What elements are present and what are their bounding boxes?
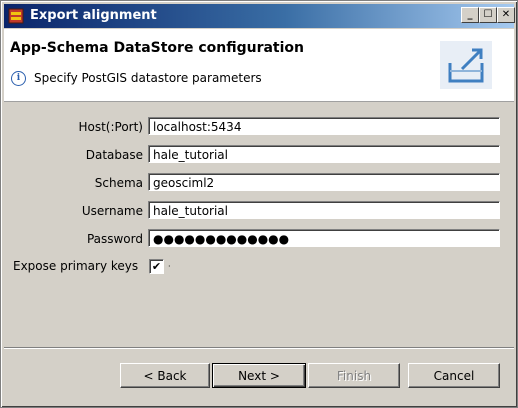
- schema-label: Schema: [94, 176, 143, 190]
- expose-primary-keys-checkbox[interactable]: ✔: [149, 259, 164, 274]
- finish-button[interactable]: Finish: [308, 363, 400, 388]
- export-alignment-dialog: Export alignment _ ☐ ✕ App-Schema DataSt…: [0, 0, 518, 408]
- schema-input[interactable]: geosciml2: [148, 173, 500, 191]
- page-description: Specify PostGIS datastore parameters: [34, 71, 262, 85]
- database-input[interactable]: hale_tutorial: [148, 145, 500, 163]
- checkbox-extra-mark: ·: [168, 262, 171, 271]
- cancel-button[interactable]: Cancel: [408, 363, 500, 388]
- info-icon: i: [11, 71, 26, 86]
- username-input[interactable]: hale_tutorial: [148, 201, 500, 219]
- button-separator: [4, 347, 514, 349]
- maximize-button[interactable]: ☐: [479, 7, 497, 23]
- database-label: Database: [85, 148, 143, 162]
- title-bar[interactable]: Export alignment _ ☐ ✕: [4, 4, 515, 28]
- password-label: Password: [86, 232, 143, 246]
- close-button[interactable]: ✕: [497, 7, 515, 23]
- next-button[interactable]: Next >: [212, 363, 306, 388]
- back-button[interactable]: < Back: [120, 363, 210, 388]
- password-input[interactable]: ●●●●●●●●●●●●●: [148, 229, 500, 247]
- app-icon: [8, 8, 24, 24]
- export-icon: [440, 41, 492, 89]
- window-title: Export alignment: [30, 8, 157, 23]
- minimize-button[interactable]: _: [461, 7, 479, 23]
- expose-primary-keys-label: Expose primary keys: [13, 259, 139, 273]
- page-title: App-Schema DataStore configuration: [10, 40, 304, 56]
- username-label: Username: [81, 204, 143, 218]
- host-input[interactable]: localhost:5434: [148, 117, 500, 135]
- host-label: Host(:Port): [78, 120, 143, 134]
- wizard-header: App-Schema DataStore configuration i Spe…: [4, 29, 514, 102]
